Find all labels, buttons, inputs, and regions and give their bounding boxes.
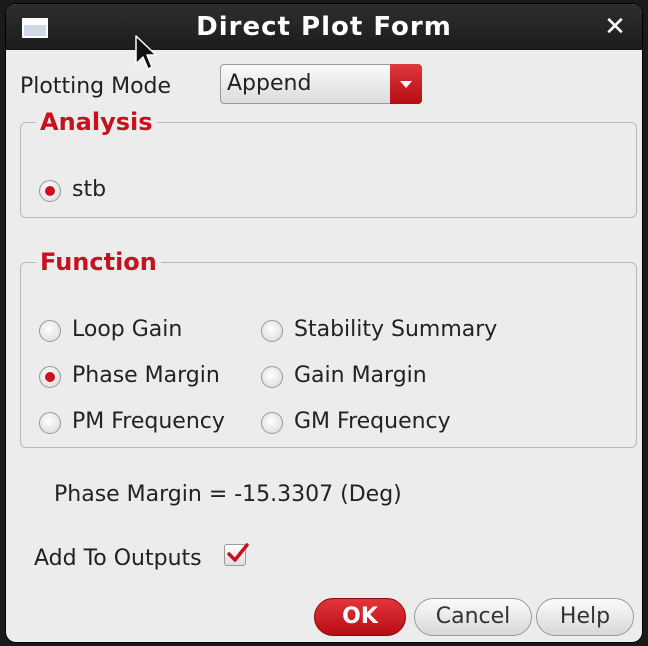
checkmark-icon xyxy=(227,543,249,562)
radio-gm-frequency-label: GM Frequency xyxy=(294,409,451,434)
help-button[interactable]: Help xyxy=(536,598,634,636)
ok-button[interactable]: OK xyxy=(314,598,406,636)
plotting-mode-value: Append xyxy=(227,71,312,96)
radio-pm-frequency-label: PM Frequency xyxy=(72,409,225,434)
plotting-mode-label: Plotting Mode xyxy=(20,74,172,99)
function-group-title: Function xyxy=(36,248,161,276)
window-title: Direct Plot Form xyxy=(196,12,452,42)
radio-gain-margin[interactable] xyxy=(261,366,283,388)
add-to-outputs-label: Add To Outputs xyxy=(34,546,202,571)
radio-gain-margin-label: Gain Margin xyxy=(294,363,427,388)
radio-stability-summary-label: Stability Summary xyxy=(294,317,498,342)
cancel-button[interactable]: Cancel xyxy=(414,598,532,636)
radio-stb[interactable] xyxy=(39,180,61,202)
close-icon[interactable]: ✕ xyxy=(602,14,628,40)
add-to-outputs-checkbox[interactable] xyxy=(224,543,249,566)
radio-stability-summary[interactable] xyxy=(261,320,283,342)
plotting-mode-dropdown[interactable]: Append xyxy=(220,64,422,104)
chevron-down-icon[interactable] xyxy=(390,64,422,104)
title-bar[interactable]: Direct Plot Form ✕ xyxy=(6,4,642,50)
analysis-group xyxy=(20,122,637,218)
radio-gm-frequency[interactable] xyxy=(261,412,283,434)
radio-phase-margin[interactable] xyxy=(39,366,61,388)
radio-pm-frequency[interactable] xyxy=(39,412,61,434)
radio-phase-margin-label: Phase Margin xyxy=(72,363,220,388)
radio-loop-gain[interactable] xyxy=(39,320,61,342)
analysis-group-title: Analysis xyxy=(36,108,157,136)
radio-loop-gain-label: Loop Gain xyxy=(72,317,183,342)
direct-plot-form-window: Direct Plot Form ✕ Plotting Mode Append … xyxy=(6,4,642,642)
radio-stb-label: stb xyxy=(72,177,107,202)
result-text: Phase Margin = -15.3307 (Deg) xyxy=(54,482,402,507)
